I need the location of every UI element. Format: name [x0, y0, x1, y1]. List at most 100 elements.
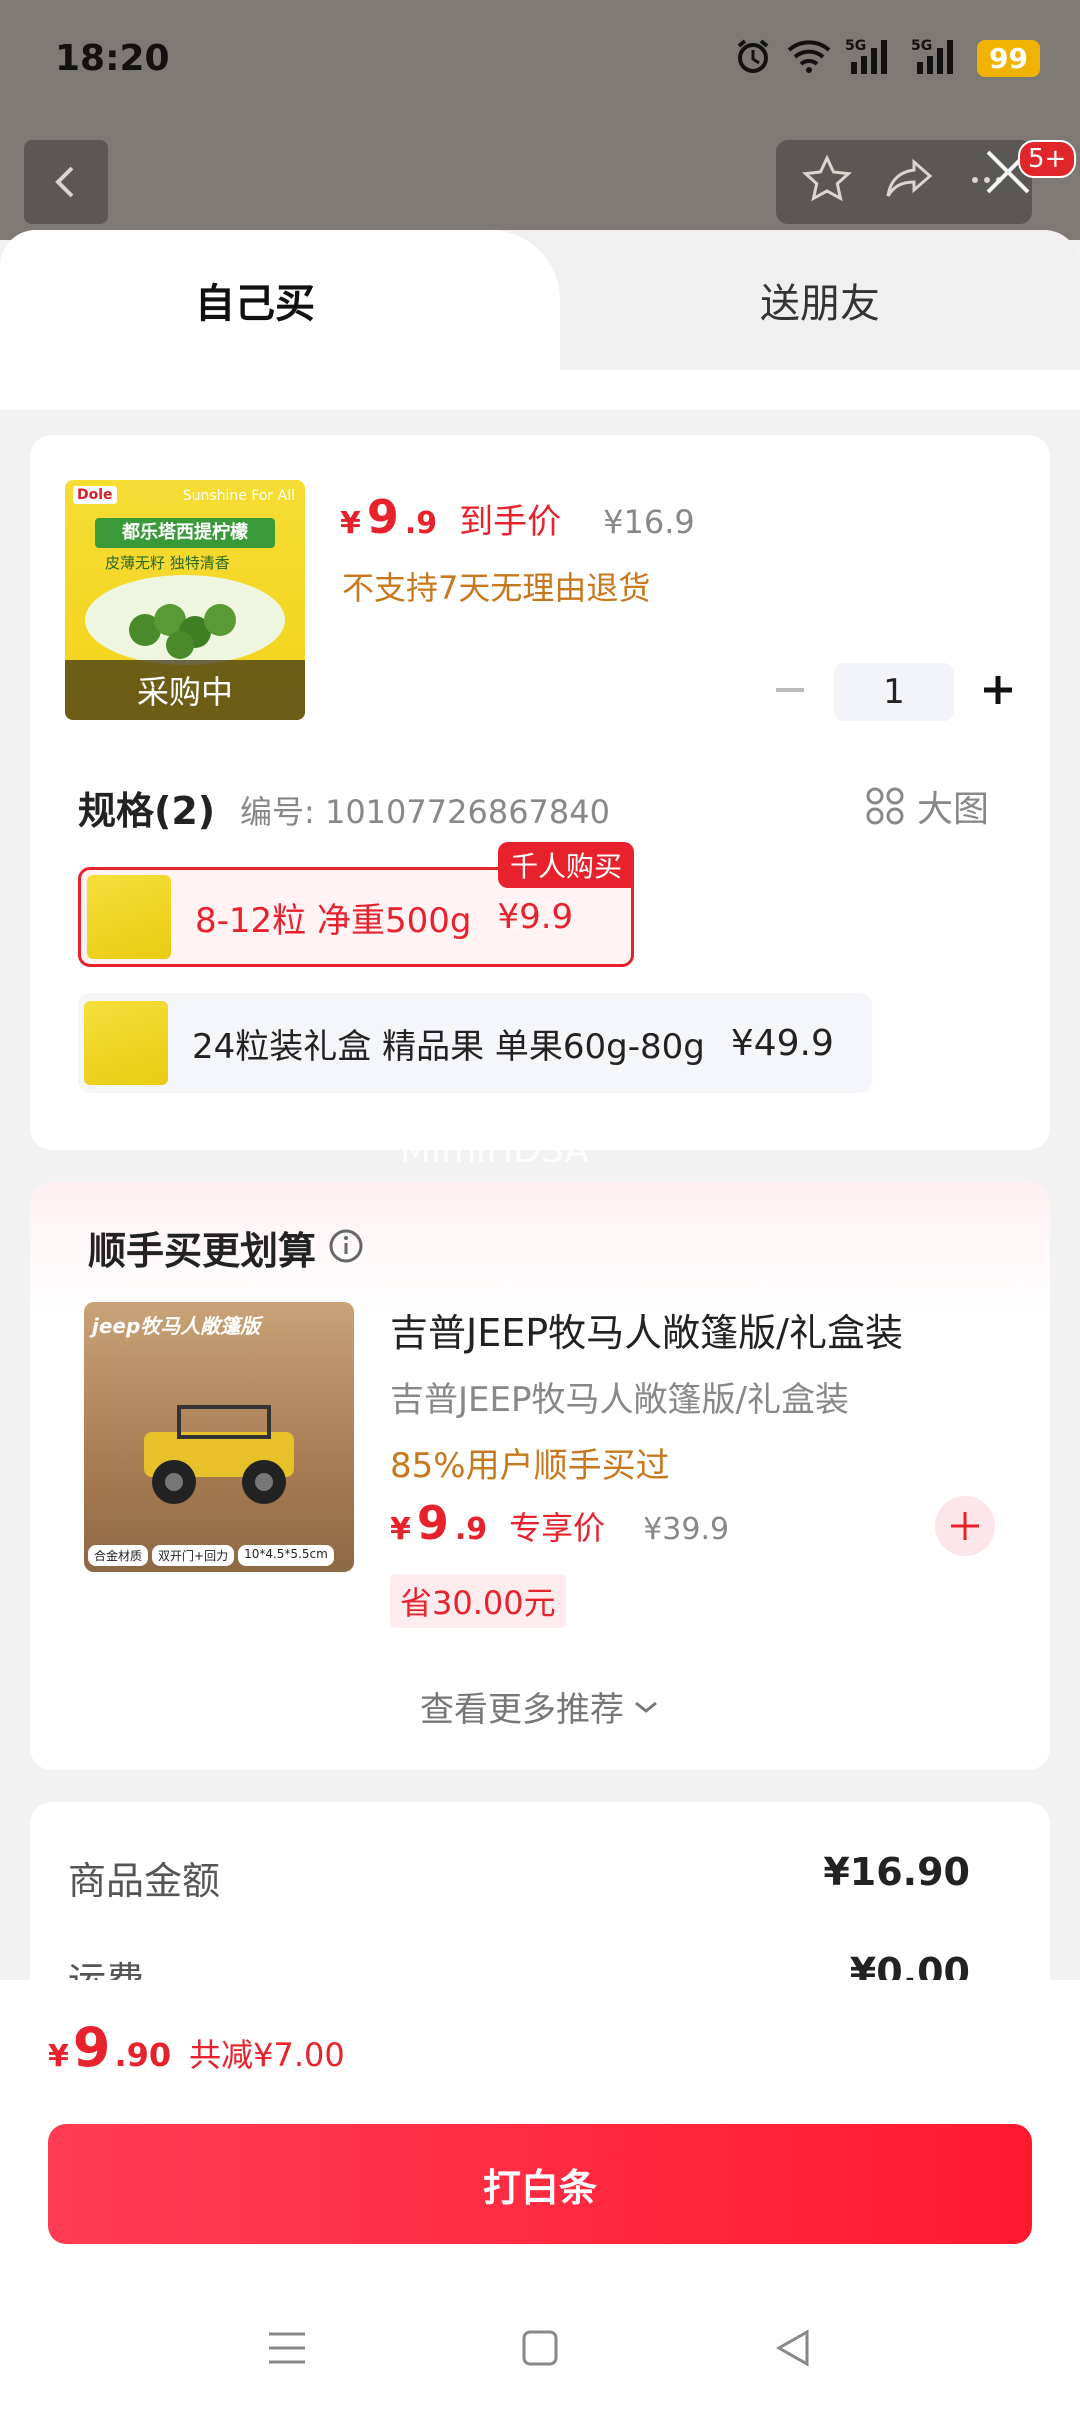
svg-text:5G: 5G: [845, 38, 866, 54]
alarm-icon: [733, 36, 773, 80]
original-price: ¥39.9: [643, 1512, 730, 1547]
addon-price-row: ¥ 9 .9 专享价 ¥39.9: [390, 1496, 729, 1550]
lime-icon: [125, 590, 245, 664]
purchase-sheet: 自己买 送朋友 Dole Sunshine For All 都乐塔西提柠檬 皮薄…: [0, 230, 1080, 1980]
wifi-icon: [787, 38, 831, 78]
spec-option-1[interactable]: 8-12粒 净重500g ¥9.9 千人购买: [78, 842, 634, 967]
brand-logo-icon: Dole: [73, 486, 117, 504]
addon-item-stat: 85%用户顺手买过: [390, 1446, 670, 1486]
return-policy-notice: 不支持7天无理由退货: [342, 569, 651, 607]
home-button[interactable]: [518, 2326, 562, 2374]
chevron-left-icon: [55, 166, 74, 198]
spec-option-price: ¥49.9: [730, 1022, 834, 1064]
spec-option-2[interactable]: 24粒装礼盒 精品果 单果60g-80g ¥49.9: [78, 993, 872, 1093]
decrease-button[interactable]: [770, 670, 810, 714]
price-symbol: ¥: [340, 506, 361, 541]
spec-title: 规格(2): [78, 789, 216, 833]
share-icon: [886, 158, 933, 197]
original-price: ¥16.9: [603, 503, 695, 541]
addon-card: 顺手买更划算 jeep牧马人敞篷版 合金材质 双开门+回力 10*4.5*5.5…: [30, 1182, 1050, 1770]
home-square-icon: [522, 2330, 558, 2366]
status-bar: 18:20 5G 5G 99: [0, 0, 1080, 120]
plus-icon: [951, 1512, 979, 1540]
see-more-label: 查看更多推荐: [420, 1690, 624, 1730]
addon-image-tags: 合金材质 双开门+回力 10*4.5*5.5cm: [88, 1545, 334, 1566]
image-subtitle: 皮薄无籽 独特清香: [105, 554, 230, 572]
price-label: 到手价: [459, 502, 562, 542]
menu-icon: [268, 2332, 305, 2364]
info-icon[interactable]: [328, 1228, 364, 1268]
addon-title: 顺手买更划算: [88, 1229, 317, 1273]
back-triangle-icon: [776, 2329, 809, 2367]
product-image[interactable]: Dole Sunshine For All 都乐塔西提柠檬 皮薄无籽 独特清香 …: [65, 480, 305, 720]
menu-button[interactable]: [265, 2326, 309, 2374]
savings-badge: 省30.00元: [390, 1574, 566, 1628]
freight-label: 运费: [68, 1950, 144, 1980]
price-integer: 9: [416, 1496, 449, 1550]
freight-value: ¥0.00: [849, 1950, 970, 1980]
add-addon-button[interactable]: [935, 1496, 995, 1556]
image-tag: 双开门+回力: [152, 1545, 235, 1566]
goods-amount-label: 商品金额: [68, 1859, 221, 1903]
big-image-label: 大图: [917, 789, 990, 830]
svg-text:5G: 5G: [911, 38, 932, 54]
quantity-stepper: 1: [770, 663, 1018, 721]
total-discount: 共减¥7.00: [189, 2036, 345, 2074]
tab-gift[interactable]: 送朋友: [560, 230, 1080, 370]
grid-icon: [866, 787, 904, 825]
share-button[interactable]: [884, 154, 936, 210]
signal-5g-icon-2: 5G: [911, 36, 963, 80]
tab-underline-area: [0, 370, 1080, 410]
message-badge: 5+: [1018, 140, 1077, 178]
image-title: 都乐塔西提柠檬: [95, 518, 275, 548]
checkout-bar: ¥ 9 .90 共减¥7.00 打白条: [0, 1980, 1080, 2412]
increase-button[interactable]: [978, 670, 1018, 714]
spec-code: 编号: 10107726867840: [240, 793, 610, 831]
purchase-tabs: 自己买 送朋友: [0, 230, 1080, 370]
spec-option-label: 8-12粒 净重500g: [195, 900, 472, 941]
popular-tag: 千人购买: [497, 842, 634, 888]
price-integer: 9: [72, 2016, 111, 2079]
spec-option-thumbnail: [87, 875, 171, 959]
watermark: MimiHDSA: [400, 1130, 590, 1171]
quantity-input[interactable]: 1: [834, 663, 954, 721]
minus-icon: [776, 688, 804, 692]
back-nav-button[interactable]: [771, 2326, 815, 2374]
tab-self-buy[interactable]: 自己买: [0, 230, 560, 370]
addon-item-title: 吉普JEEP牧马人敞篷版/礼盒装: [390, 1311, 903, 1355]
star-icon: [802, 154, 853, 202]
image-tag: 10*4.5*5.5cm: [238, 1545, 334, 1566]
product-price-row: ¥ 9 .9 到手价 ¥16.9: [340, 490, 695, 544]
image-tag: 合金材质: [88, 1545, 149, 1566]
goods-amount-value: ¥16.90: [823, 1850, 970, 1894]
favorite-button[interactable]: [801, 154, 853, 210]
image-status-label: 采购中: [65, 660, 305, 720]
status-time: 18:20: [55, 38, 170, 79]
chevron-down-icon: [635, 1701, 657, 1713]
price-integer: 9: [366, 490, 399, 544]
image-slogan: Sunshine For All: [182, 488, 295, 504]
product-card: Dole Sunshine For All 都乐塔西提柠檬 皮薄无籽 独特清香 …: [30, 435, 1050, 1150]
back-button[interactable]: [24, 140, 108, 224]
system-navigation: [0, 2310, 1080, 2390]
price-decimal: .90: [114, 2036, 172, 2074]
spec-option-thumbnail: [84, 1001, 168, 1085]
signal-5g-icon: 5G: [845, 36, 897, 80]
price-decimal: .9: [454, 1512, 488, 1547]
pay-button[interactable]: 打白条: [48, 2124, 1032, 2244]
total-price-row: ¥ 9 .90 共减¥7.00: [48, 2016, 345, 2079]
jeep-car-icon: [124, 1382, 314, 1516]
plus-icon: [984, 676, 1012, 704]
price-label: 专享价: [509, 1509, 606, 1547]
price-symbol: ¥: [390, 1512, 411, 1547]
battery-indicator: 99: [977, 39, 1040, 77]
price-decimal: .9: [404, 506, 438, 541]
price-symbol: ¥: [48, 2039, 69, 2074]
see-more-link[interactable]: 查看更多推荐: [30, 1682, 1050, 1731]
addon-item-subtitle: 吉普JEEP牧马人敞篷版/礼盒装: [390, 1380, 849, 1420]
addon-image-caption: jeep牧马人敞篷版: [92, 1314, 261, 1338]
addon-image[interactable]: jeep牧马人敞篷版 合金材质 双开门+回力 10*4.5*5.5cm: [84, 1302, 354, 1572]
spec-option-label: 24粒装礼盒 精品果 单果60g-80g: [192, 1026, 705, 1067]
big-image-toggle[interactable]: 大图: [865, 780, 989, 832]
summary-card: 商品金额 ¥16.90 运费 ¥0.00: [30, 1802, 1050, 1980]
